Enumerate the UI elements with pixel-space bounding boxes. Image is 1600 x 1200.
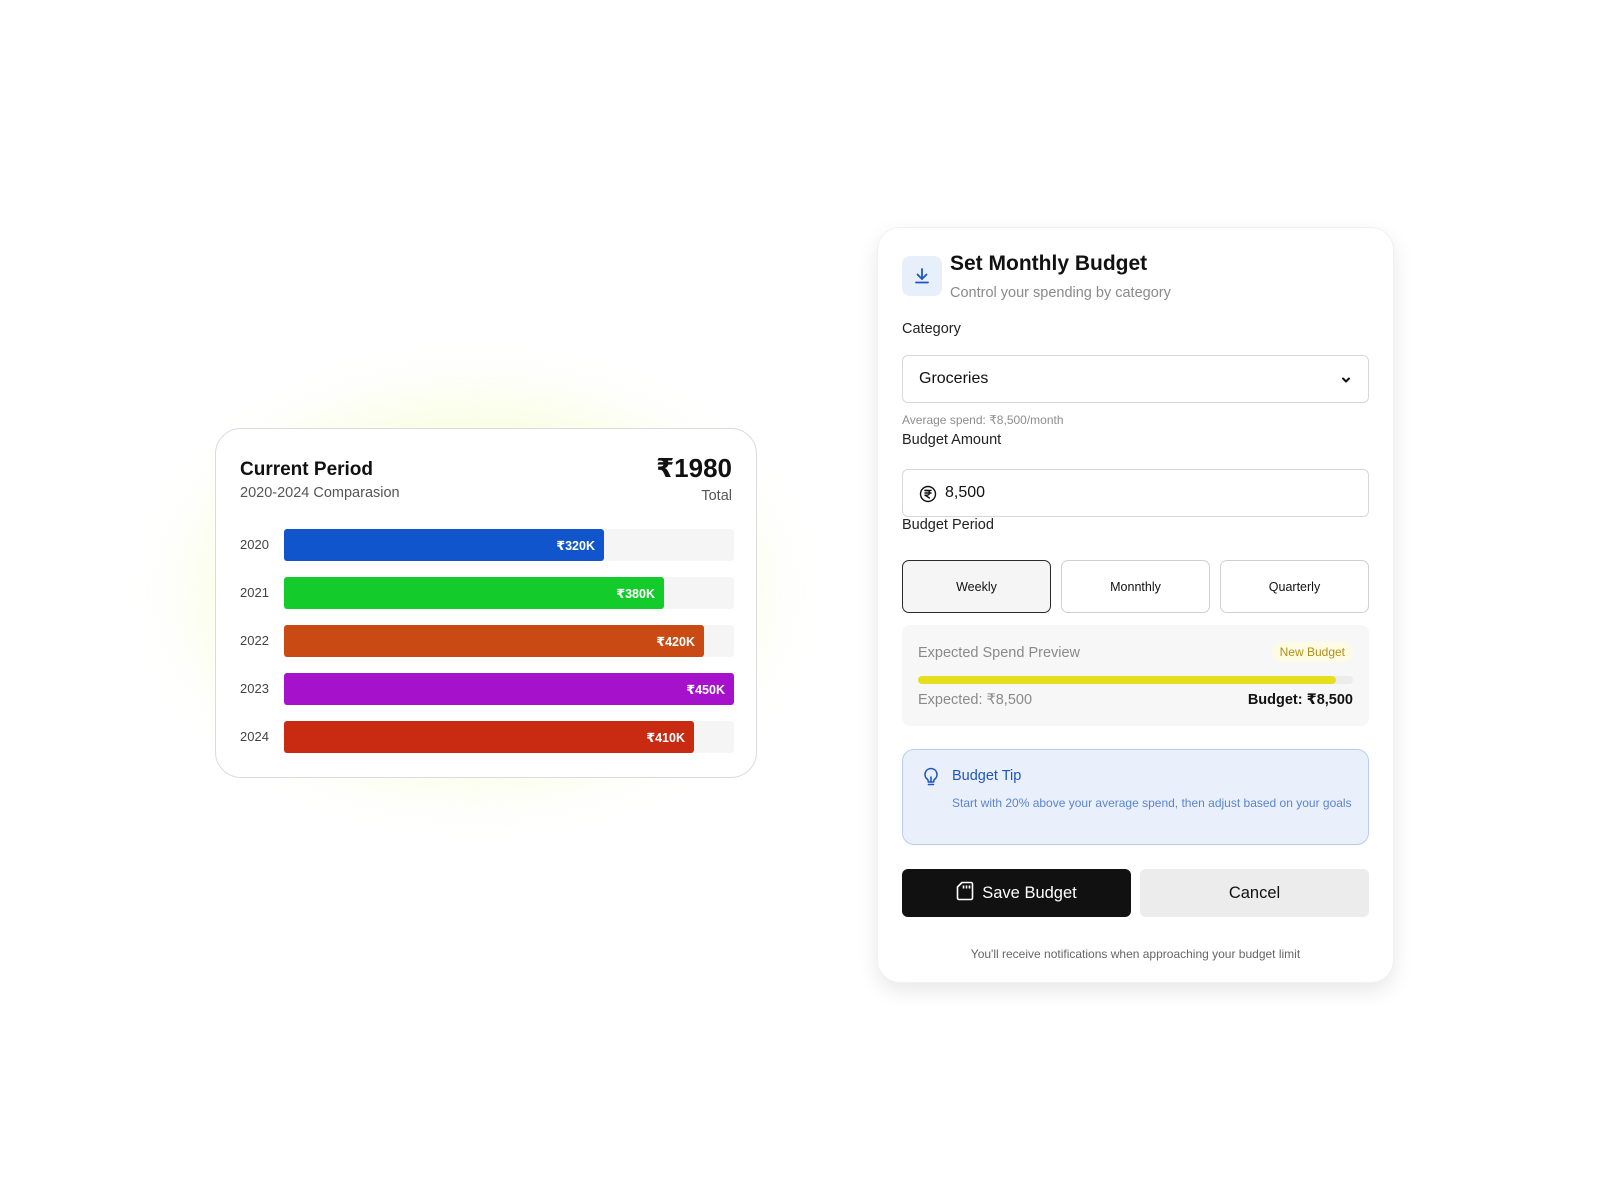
bar-2021: ₹380K [284,577,664,609]
budget-period-label: Budget Period [902,517,994,533]
bar-row: 2020 ₹320K [240,529,734,561]
lightbulb-icon [921,766,941,793]
bar-category-label: 2021 [240,585,269,600]
bar-value-label: ₹450K [686,683,725,697]
download-icon [902,256,942,296]
preview-budget-amount: Budget: ₹8,500 [1247,692,1353,708]
chart-total-value: ₹1980 [656,453,732,483]
bar-track: ₹410K [284,721,734,753]
save-budget-button[interactable]: Save Budget [902,869,1131,917]
budget-tip-panel: Budget Tip Start with 20% above your ave… [902,749,1369,845]
budget-form-card: Set Monthly Budget Control your spending… [878,228,1393,982]
sd-card-icon [956,881,974,906]
bar-chart: 2020 ₹320K 2021 ₹380K 2022 ₹420K 2023 ₹450K 2024… [240,529,734,769]
page: Current Period 2020-2024 Comparasion ₹19… [0,0,1600,1200]
budget-amount-input[interactable]: 8,500 [902,469,1369,517]
rupee-icon [919,485,937,508]
bar-value-label: ₹410K [646,731,685,745]
form-subtitle: Control your spending by category [950,285,1171,301]
period-monthly-button[interactable]: Monnthly [1061,560,1210,613]
comparison-chart-card: Current Period 2020-2024 Comparasion ₹19… [215,428,757,778]
cancel-button[interactable]: Cancel [1140,869,1369,917]
new-budget-badge: New Budget [1271,642,1353,662]
period-quarterly-button[interactable]: Quarterly [1220,560,1369,613]
bar-category-label: 2022 [240,633,269,648]
bar-track: ₹450K [284,673,734,705]
chart-total-label: Total [701,488,732,504]
tip-text: Start with 20% above your average spend,… [952,796,1352,810]
budget-amount-value: 8,500 [945,484,986,501]
bar-value-label: ₹380K [616,587,655,601]
chart-title: Current Period [240,459,374,480]
category-label: Category [902,321,961,337]
bar-2024: ₹410K [284,721,694,753]
preview-title: Expected Spend Preview [918,645,1081,661]
chart-subtitle: 2020-2024 Comparasion [240,485,400,501]
bar-2023: ₹450K [284,673,734,705]
bar-value-label: ₹320K [556,539,595,553]
bar-row: 2024 ₹410K [240,721,734,753]
category-select[interactable]: Groceries [902,355,1369,403]
average-spend-hint: Average spend: ₹8,500/month [902,413,1064,427]
bar-track: ₹420K [284,625,734,657]
notification-note: You'll receive notifications when approa… [970,947,1301,961]
preview-progress-track [918,676,1353,684]
bar-category-label: 2023 [240,681,269,696]
preview-expected-amount: Expected: ₹8,500 [918,692,1033,708]
form-title: Set Monthly Budget [950,252,1148,275]
budget-amount-label: Budget Amount [902,432,1002,448]
chevron-down-icon [1340,373,1352,391]
bar-2022: ₹420K [284,625,704,657]
bar-category-label: 2020 [240,537,269,552]
category-select-value: Groceries [919,370,989,387]
tip-title: Budget Tip [952,768,1022,784]
period-weekly-button[interactable]: Weekly [902,560,1051,613]
bar-track: ₹320K [284,529,734,561]
bar-row: 2022 ₹420K [240,625,734,657]
bar-row: 2021 ₹380K [240,577,734,609]
bar-row: 2023 ₹450K [240,673,734,705]
save-budget-label: Save Budget [982,883,1077,902]
spend-preview-panel: Expected Spend Preview New Budget Expect… [902,625,1369,726]
bar-category-label: 2024 [240,729,269,744]
bar-value-label: ₹420K [656,635,695,649]
preview-progress-fill [918,676,1336,684]
bar-track: ₹380K [284,577,734,609]
bar-2020: ₹320K [284,529,604,561]
